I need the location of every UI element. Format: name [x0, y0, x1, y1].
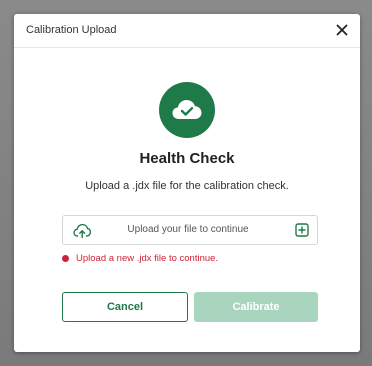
cloud-upload-icon — [73, 223, 91, 239]
error-message: Upload a new .jdx file to continue. — [76, 252, 219, 264]
calibrate-button[interactable]: Calibrate — [194, 292, 318, 322]
cloud-check-icon — [172, 100, 202, 119]
dialog-heading: Health Check — [139, 150, 235, 167]
dialog-title: Calibration Upload — [26, 24, 117, 36]
plus-square-icon[interactable] — [295, 223, 309, 237]
calibration-upload-dialog: Calibration Upload Health Check Upload a… — [14, 14, 360, 352]
status-circle — [159, 82, 215, 138]
close-icon — [336, 24, 348, 36]
close-button[interactable] — [332, 20, 352, 40]
upload-label: Upload your file to continue — [127, 224, 249, 235]
error-icon — [62, 254, 69, 262]
cancel-button[interactable]: Cancel — [62, 292, 188, 322]
dialog-header: Calibration Upload — [14, 14, 360, 48]
upload-error: Upload a new .jdx file to continue. — [62, 251, 218, 265]
file-upload-field[interactable]: Upload your file to continue — [62, 215, 318, 245]
dialog-instructions: Upload a .jdx file for the calibration c… — [85, 180, 289, 192]
